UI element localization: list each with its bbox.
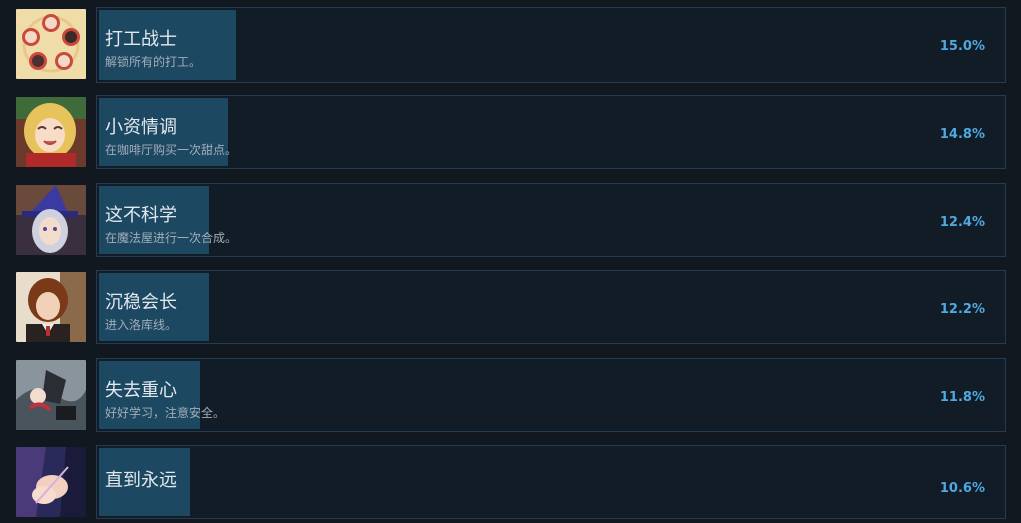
achievement-description: 进入洛库线。	[105, 318, 178, 332]
unlock-percent: 15.0%	[939, 39, 985, 54]
achievement-row[interactable]: 直到永远 10.6%	[0, 445, 1021, 519]
falling-scene-icon	[16, 360, 86, 430]
achievement-title: 直到永远	[105, 470, 177, 491]
achievement-description: 好好学习，注意安全。	[105, 406, 226, 420]
holding-hands-icon	[16, 447, 86, 517]
achievement-description: 在咖啡厅购买一次甜点。	[105, 143, 238, 157]
achievement-description: 在魔法屋进行一次合成。	[105, 231, 238, 245]
achievement-panel: 打工战士 解锁所有的打工。 15.0%	[96, 7, 1006, 83]
achievement-title: 失去重心	[105, 380, 177, 401]
achievement-description: 解锁所有的打工。	[105, 55, 202, 69]
achievement-row[interactable]: 失去重心 好好学习，注意安全。 11.8%	[0, 358, 1021, 432]
achievement-panel: 这不科学 在魔法屋进行一次合成。 12.4%	[96, 183, 1006, 257]
achievement-panel: 直到永远 10.6%	[96, 445, 1006, 519]
achievement-title: 打工战士	[105, 29, 177, 50]
achievement-panel: 失去重心 好好学习，注意安全。 11.8%	[96, 358, 1006, 432]
unlock-percent: 10.6%	[939, 481, 985, 496]
achievement-panel: 小资情调 在咖啡厅购买一次甜点。 14.8%	[96, 95, 1006, 169]
brown-hair-man-portrait-icon	[16, 272, 86, 342]
witch-portrait-icon	[16, 185, 86, 255]
achievement-row[interactable]: 这不科学 在魔法屋进行一次合成。 12.4%	[0, 183, 1021, 257]
unlock-percent: 11.8%	[939, 390, 985, 405]
achievement-list: 打工战士 解锁所有的打工。 15.0% 小资情调 在咖啡厅购买一次甜点。 14.…	[0, 0, 1021, 523]
achievement-panel: 沉稳会长 进入洛库线。 12.2%	[96, 270, 1006, 344]
achievement-title: 沉稳会长	[105, 292, 177, 313]
achievement-row[interactable]: 小资情调 在咖啡厅购买一次甜点。 14.8%	[0, 95, 1021, 169]
achievement-row[interactable]: 打工战士 解锁所有的打工。 15.0%	[0, 7, 1021, 83]
achievement-row[interactable]: 沉稳会长 进入洛库线。 12.2%	[0, 270, 1021, 344]
blonde-girl-portrait-icon	[16, 97, 86, 167]
unlock-percent: 12.2%	[939, 302, 985, 317]
achievement-title: 小资情调	[105, 117, 177, 138]
medallion-portraits-icon	[16, 9, 86, 79]
unlock-percent: 12.4%	[939, 215, 985, 230]
achievement-title: 这不科学	[105, 205, 177, 226]
unlock-percent: 14.8%	[939, 127, 985, 142]
